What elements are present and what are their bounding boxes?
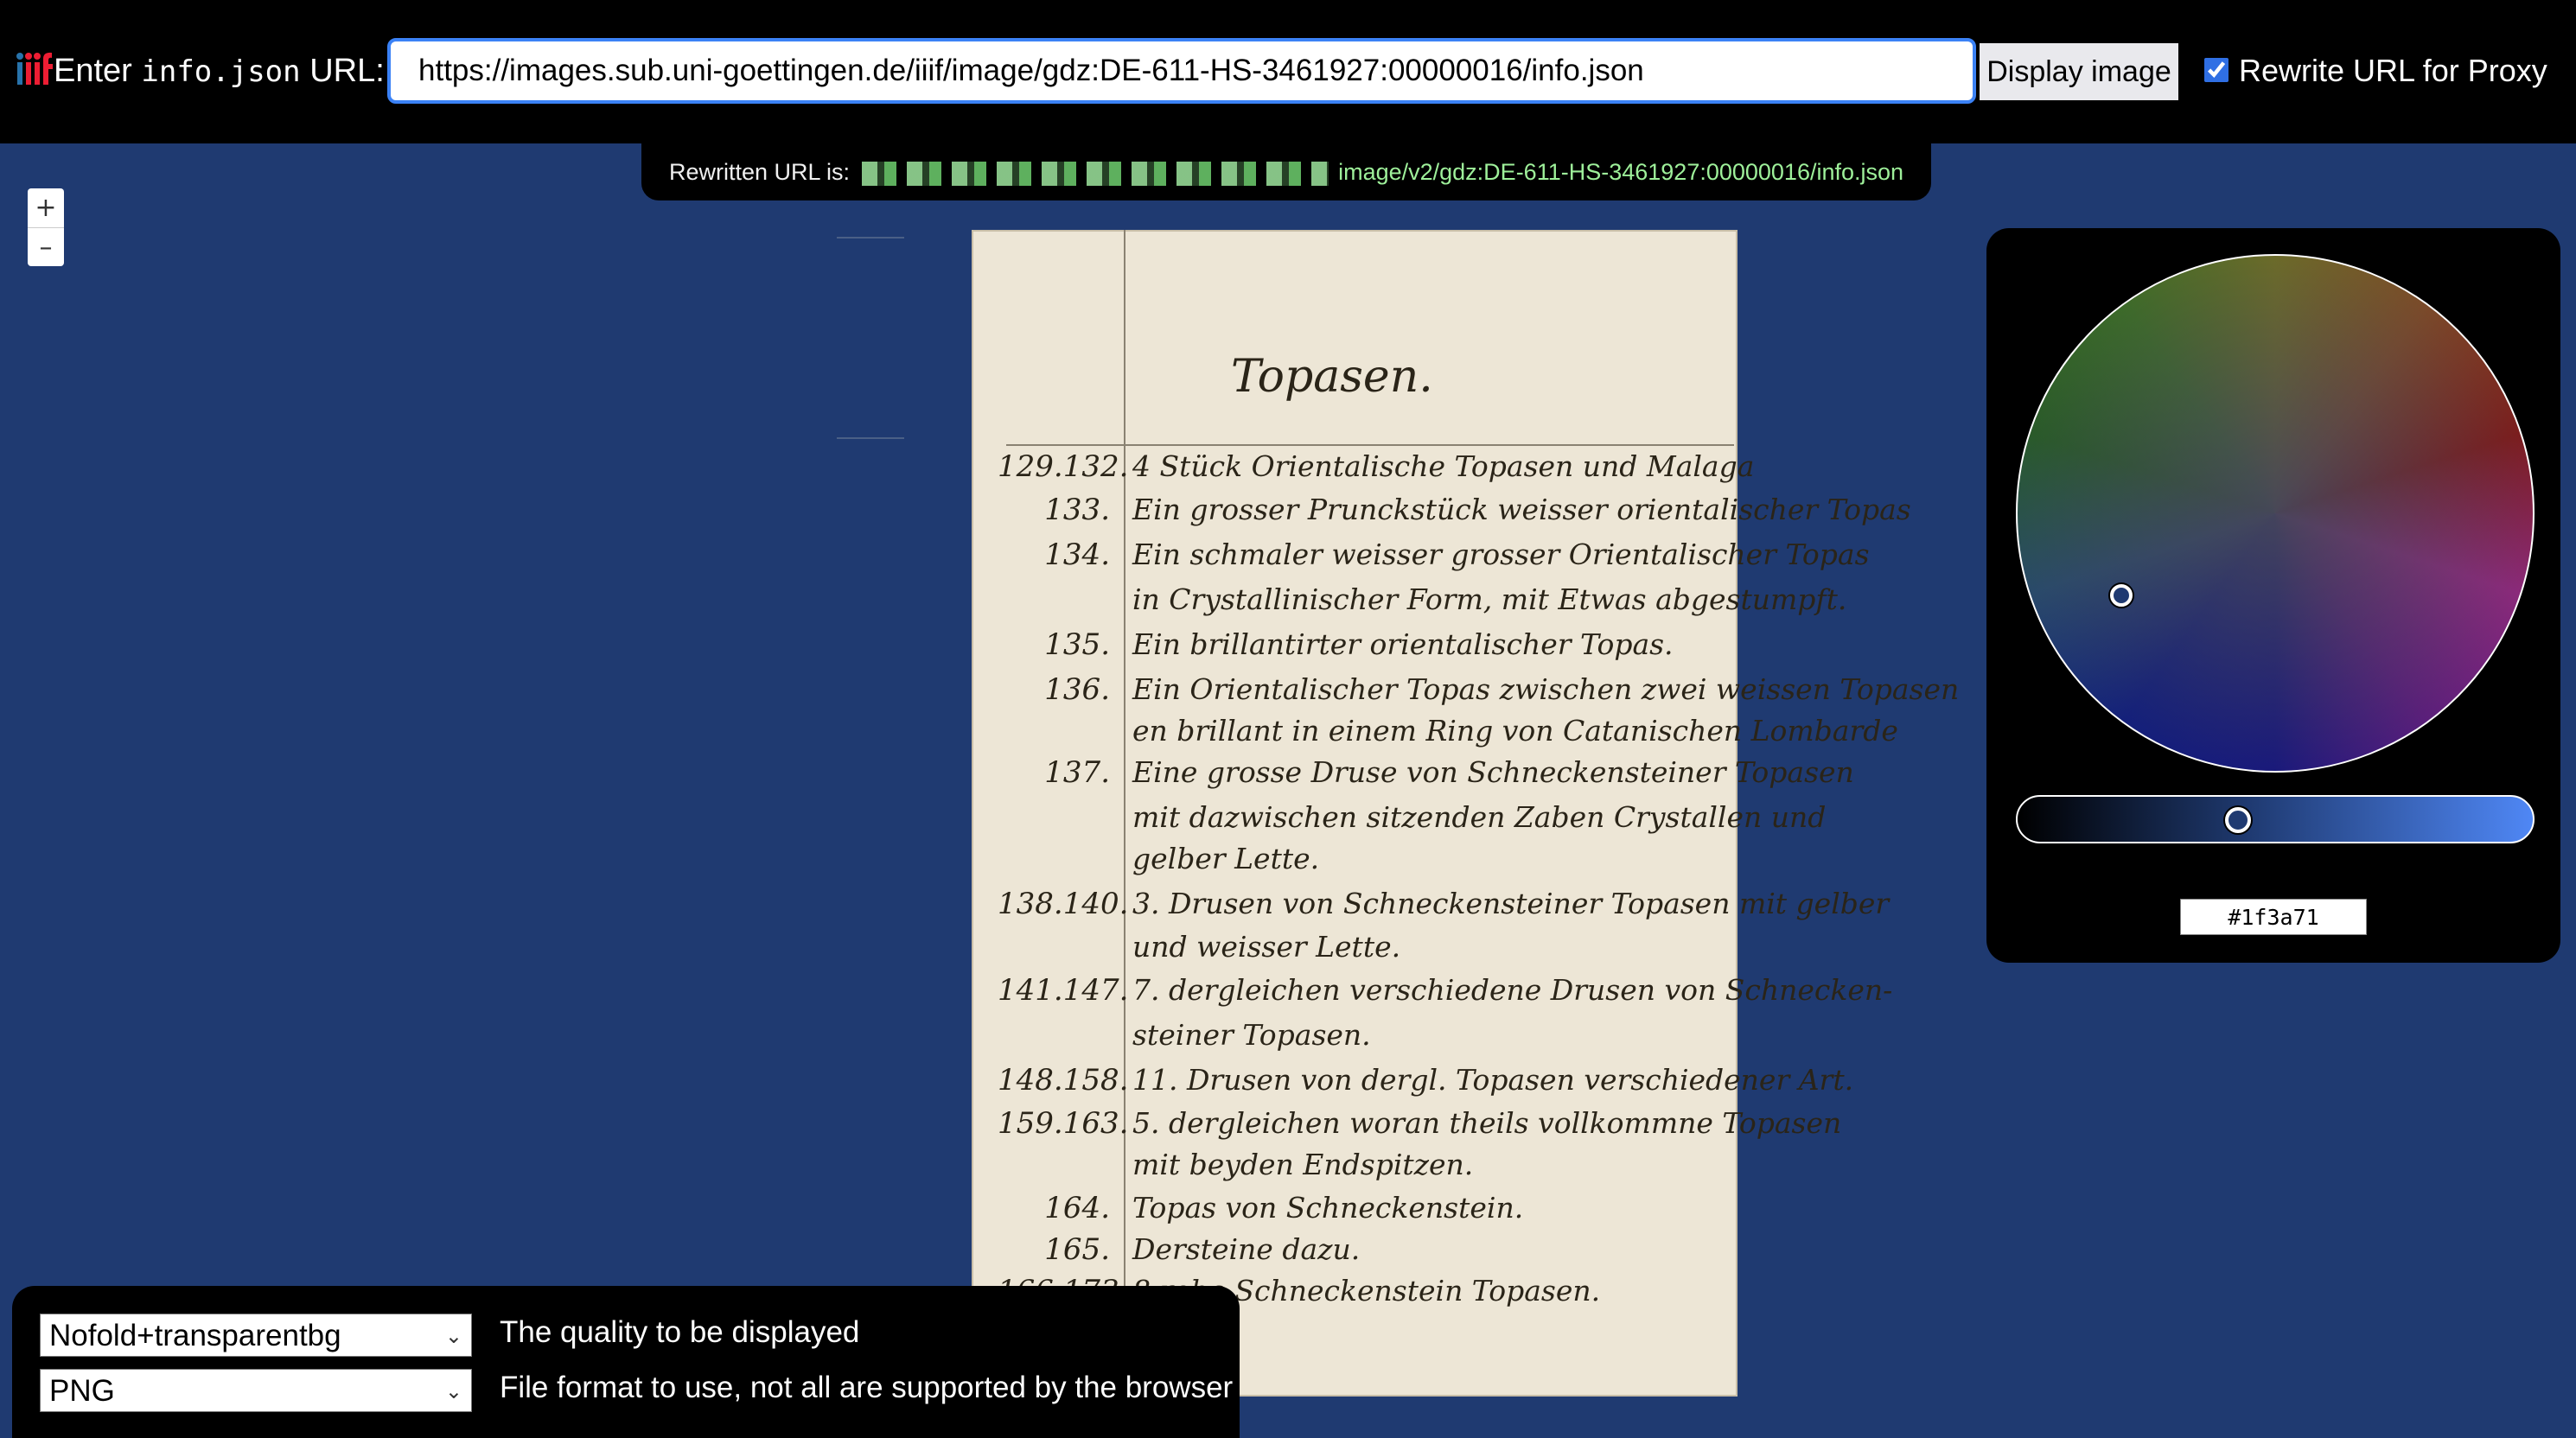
manuscript-row-number: 164. xyxy=(1044,1191,1110,1225)
manuscript-row-text: Topas von Schneckenstein. xyxy=(1132,1191,1524,1225)
format-select[interactable]: PNG ⌄ xyxy=(40,1369,472,1412)
top-bar: Enter info.json URL: Display image Rewri… xyxy=(0,0,2576,143)
iiif-logo-icon xyxy=(16,52,53,85)
wheel-handle[interactable] xyxy=(2110,584,2133,607)
manuscript-row-number: 129.132. xyxy=(998,449,1129,484)
manuscript-row-text: und weisser Lette. xyxy=(1132,930,1401,964)
manuscript-row-number: 137. xyxy=(1044,755,1110,790)
manuscript-row-text: mit dazwischen sitzenden Zaben Crystalle… xyxy=(1132,800,1827,834)
manuscript-heading: Topasen. xyxy=(1231,351,1433,403)
manuscript-row-text: Eine grosse Druse von Schneckensteiner T… xyxy=(1132,755,1854,789)
manuscript-row-text: gelber Lette. xyxy=(1132,842,1320,875)
zoom-out-button[interactable]: – xyxy=(28,227,64,266)
manuscript-row-text: steiner Topasen. xyxy=(1132,1018,1371,1052)
rewrite-proxy-label: Rewrite URL for Proxy xyxy=(2239,53,2547,88)
brightness-slider-handle[interactable] xyxy=(2225,807,2251,833)
hue-saturation-wheel[interactable] xyxy=(2016,254,2535,773)
manuscript-row-number: 138.140. xyxy=(998,887,1129,921)
manuscript-row-text: Ein brillantirter orientalischer Topas. xyxy=(1132,627,1674,661)
rewritten-url-label: Rewritten URL is: xyxy=(669,159,851,185)
redacted-host xyxy=(861,161,1329,186)
hex-color-input[interactable] xyxy=(2180,899,2367,935)
quality-description: The quality to be displayed xyxy=(500,1315,860,1349)
manuscript-row-number: 148.158. xyxy=(998,1063,1129,1098)
rewritten-url-banner: Rewritten URL is: image/v2/gdz:DE-611-HS… xyxy=(641,143,1931,200)
scan-edge-line xyxy=(837,237,904,239)
manuscript-row-number: 135. xyxy=(1044,627,1110,662)
margin-rule xyxy=(1124,230,1125,1397)
chevron-down-icon: ⌄ xyxy=(444,1379,462,1403)
zoom-controls: + – xyxy=(28,188,64,266)
format-select-value: PNG xyxy=(49,1374,115,1408)
manuscript-row-text: Dersteine dazu. xyxy=(1132,1232,1361,1266)
manuscript-row-text: mit beyden Endspitzen. xyxy=(1132,1148,1474,1181)
manuscript-row-number: 133. xyxy=(1044,493,1110,527)
prompt-prefix: Enter xyxy=(54,53,132,89)
info-json-url-input[interactable] xyxy=(387,38,1976,104)
image-options-panel: Nofold+transparentbg ⌄ The quality to be… xyxy=(12,1286,1240,1438)
manuscript-row-text: Ein Orientalischer Topas zwischen zwei w… xyxy=(1132,672,1960,706)
manuscript-row-text: 5. dergleichen woran theils vollkommne T… xyxy=(1132,1106,1842,1140)
manuscript-row-number: 141.147. xyxy=(998,973,1129,1008)
display-image-button[interactable]: Display image xyxy=(1980,43,2178,100)
scan-edge-line xyxy=(837,437,904,439)
background-color-picker xyxy=(1986,228,2560,963)
rewrite-proxy-checkbox[interactable] xyxy=(2204,58,2228,82)
manuscript-row-number: 134. xyxy=(1044,538,1110,572)
prompt-code: info.json xyxy=(141,54,301,89)
quality-select-value: Nofold+transparentbg xyxy=(49,1319,341,1352)
zoom-in-button[interactable]: + xyxy=(28,188,64,227)
manuscript-row-text: en brillant in einem Ring von Catanische… xyxy=(1132,714,1898,748)
header-rule xyxy=(1006,444,1734,446)
quality-select[interactable]: Nofold+transparentbg ⌄ xyxy=(40,1314,472,1357)
manuscript-row-text: Ein schmaler weisser grosser Orientalisc… xyxy=(1132,538,1870,571)
rewritten-url-path: image/v2/gdz:DE-611-HS-3461927:00000016/… xyxy=(1338,159,1904,185)
format-description: File format to use, not all are supporte… xyxy=(500,1371,1234,1404)
manuscript-row-text: 7. dergleichen verschiedene Drusen von S… xyxy=(1132,973,1893,1007)
manuscript-row-number: 136. xyxy=(1044,672,1110,707)
manuscript-row-number: 165. xyxy=(1044,1232,1110,1267)
manuscript-row-text: Ein grosser Prunckstück weisser oriental… xyxy=(1132,493,1911,526)
manuscript-row-number: 159.163. xyxy=(998,1106,1129,1141)
manuscript-row-text: 4 Stück Orientalische Topasen und Malaga xyxy=(1132,449,1755,483)
manuscript-row-text: 3. Drusen von Schneckensteiner Topasen m… xyxy=(1132,887,1890,920)
url-prompt-label: Enter info.json URL: xyxy=(54,50,385,92)
manuscript-row-text: 11. Drusen von dergl. Topasen verschiede… xyxy=(1132,1063,1854,1097)
brightness-slider[interactable] xyxy=(2016,795,2535,843)
prompt-suffix: URL: xyxy=(309,53,385,89)
manuscript-page-image[interactable]: ​ Topasen. 129.132.4 Stück Orientalische… xyxy=(972,230,1959,1397)
chevron-down-icon: ⌄ xyxy=(444,1324,462,1348)
manuscript-row-text: in Crystallinischer Form, mit Etwas abge… xyxy=(1132,582,1847,616)
